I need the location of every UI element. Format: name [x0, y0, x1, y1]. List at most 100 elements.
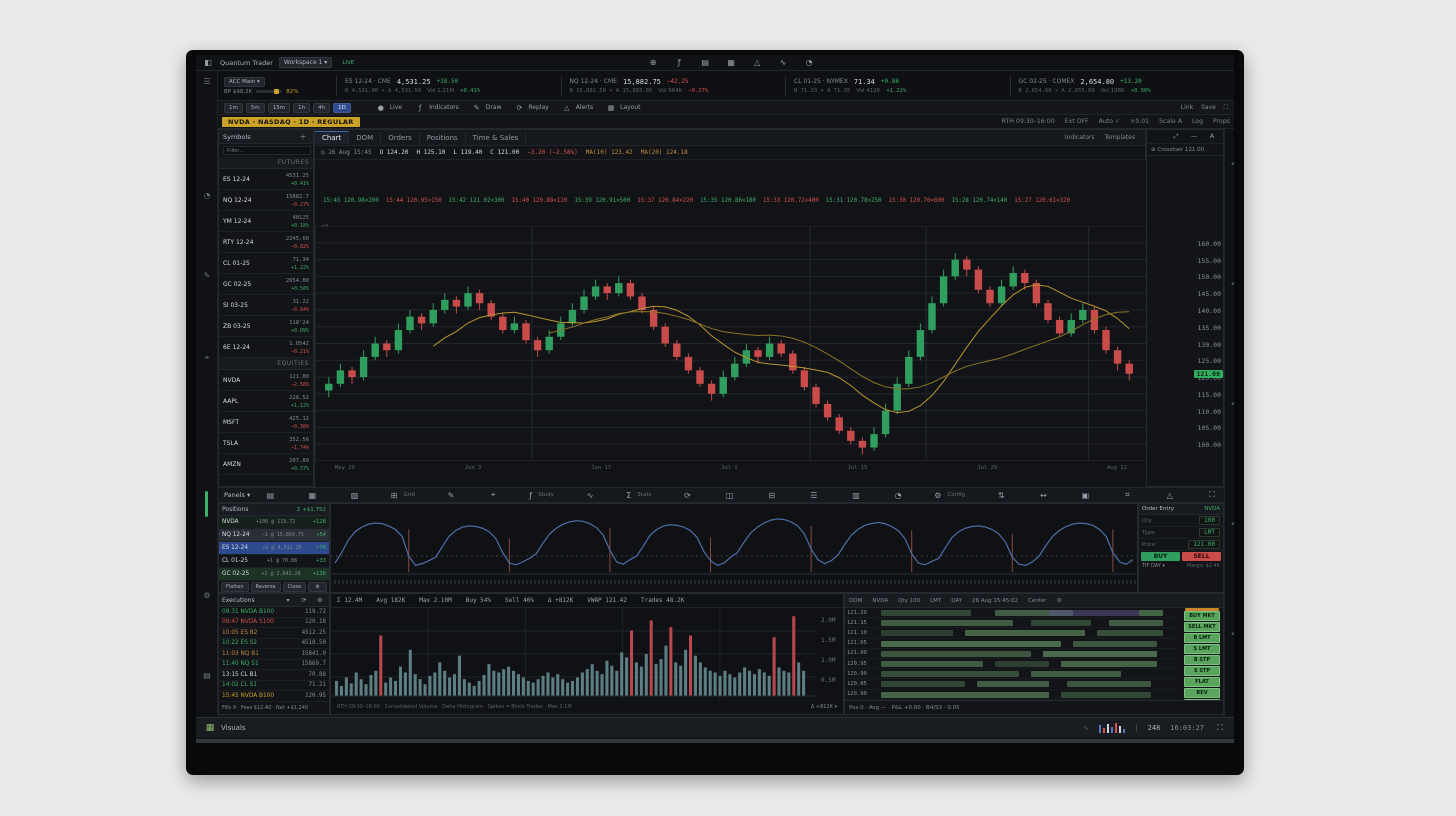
watchlist-row[interactable]: SI 03-2531.22−0.64% [219, 295, 313, 316]
chart-tab[interactable]: DOM [349, 132, 381, 144]
strip-slider[interactable] [205, 491, 208, 517]
watchlist-row[interactable]: CL 01-2571.34+1.22% [219, 253, 313, 274]
execution-row[interactable]: 10:22 ES S24518.50 [219, 639, 329, 650]
watchlist-row[interactable]: NVDA121.00−2.58% [219, 370, 313, 391]
ticket-field[interactable]: Qty100 [1139, 515, 1223, 527]
panel-tool-icon[interactable]: ∿ [584, 491, 596, 500]
watchlist-row[interactable]: MSFT425.12−0.38% [219, 412, 313, 433]
watchlist-row[interactable]: NQ 12-2415882.7−0.27% [219, 190, 313, 211]
workspace-switcher[interactable]: Workspace 1 ▾ [279, 57, 332, 68]
watchlist-row[interactable]: ES 12-244531.25+0.41% [219, 169, 313, 190]
candlestick-chart[interactable] [315, 226, 1147, 461]
timeframe-chip[interactable]: 1m [224, 103, 243, 113]
position-row[interactable]: ES 12-24+2 @ 4,512.25+76 [219, 542, 329, 555]
strip-tool-icon[interactable]: ⌖ [201, 353, 213, 363]
dom-quick-button[interactable]: SELL MKT [1184, 622, 1220, 632]
breadcrumb-item[interactable]: RTH 09:30–16:00 [1002, 118, 1055, 125]
dom-row[interactable]: 120.95 [845, 659, 1179, 669]
execution-row[interactable]: 11:03 NQ B115841.0 [219, 649, 329, 660]
timeframe-chip[interactable]: 1h [293, 103, 310, 113]
dom-quick-button[interactable]: FLAT [1184, 677, 1220, 687]
volume-footer-right[interactable]: Δ +812K ▾ [811, 704, 837, 710]
strip-tool-icon[interactable]: ▤ [201, 671, 213, 680]
strip-tool-icon[interactable]: ⚙ [201, 591, 213, 600]
panels-label[interactable]: Panels ▾ [224, 491, 250, 499]
margin-slider[interactable] [256, 90, 282, 93]
dom-row[interactable]: 120.85 [845, 679, 1179, 689]
dom-header-item[interactable]: NVDA [872, 598, 888, 604]
breadcrumb-item[interactable]: Props [1213, 118, 1230, 125]
chart-tab[interactable]: Orders [381, 132, 420, 144]
panel-tool-icon[interactable]: ⊟ [766, 491, 778, 500]
strip-tool-icon[interactable]: ✎ [201, 271, 213, 280]
panel-tool-icon[interactable]: ⇅ [995, 491, 1007, 500]
panel-tool-icon[interactable]: ⊞Grid [391, 491, 415, 500]
volume-histogram[interactable]: 2.0M1.5M1.0M0.5M [331, 608, 843, 700]
titlebar-icon[interactable]: ◔ [803, 58, 815, 67]
panel-tool-icon[interactable]: ΣStats [626, 491, 651, 500]
execution-row[interactable]: 15:45 NVDA B100120.95 [219, 691, 329, 702]
toolbar-item[interactable]: ⟳Replay [513, 104, 548, 112]
dom-header-item[interactable]: ⚙ [1057, 598, 1062, 604]
position-action-button[interactable]: ⚙ [308, 582, 327, 592]
strip-dot-icon[interactable]: ▪ [1227, 521, 1234, 527]
panel-tool-icon[interactable]: ☰ [808, 491, 820, 500]
account-selector[interactable]: ACC Main ▾ [224, 77, 265, 87]
executions-toolbar-icon[interactable]: ⚙ [314, 597, 326, 604]
breadcrumb-item[interactable]: Ext OFF [1065, 118, 1089, 125]
position-row[interactable]: NQ 12-24−1 @ 15,869.75+54 [219, 529, 329, 542]
dom-header-item[interactable]: Qty 100 [898, 598, 920, 604]
toolbar-item[interactable]: △Alerts [561, 104, 593, 112]
quote-section[interactable]: GC 02-25 · COMEX2,654.80+13.20B 2,654.60… [1010, 76, 1235, 96]
timeframe-chip[interactable]: 4h [313, 103, 330, 113]
tif-selector[interactable]: TIF DAY ▾ [1142, 563, 1165, 569]
chart-tab[interactable]: Time & Sales [466, 132, 527, 144]
dom-quick-button[interactable]: S STP [1184, 666, 1220, 676]
equity-curve-panel[interactable] [330, 503, 1138, 593]
visuals-icon[interactable]: ▦ [204, 723, 216, 733]
titlebar-icon[interactable]: ▦ [725, 58, 737, 67]
panel-tool-icon[interactable]: ⛶ [1206, 490, 1218, 500]
expand-icon[interactable]: ⛶ [1214, 723, 1226, 733]
dom-row[interactable]: 121.15 [845, 618, 1179, 628]
panel-tool-icon[interactable]: ◔ [892, 491, 904, 500]
watchlist-row[interactable]: TSLA352.56−1.74% [219, 433, 313, 454]
toolbar-item[interactable]: ▦Layout [605, 104, 640, 112]
breadcrumb-item[interactable]: Scale A [1159, 118, 1182, 125]
position-action-button[interactable]: Close [283, 582, 307, 592]
strip-dot-icon[interactable]: ▪ [1227, 631, 1234, 637]
ticket-field[interactable]: TypeLMT [1139, 527, 1223, 539]
chart-right-tab[interactable]: Indicators [1065, 134, 1095, 141]
dom-header-item[interactable]: DOM [849, 598, 862, 604]
dom-row[interactable]: 121.10 [845, 628, 1179, 638]
quote-section[interactable]: ES 12-24 · CME4,531.25+18.50B 4,531.00 ×… [336, 76, 561, 96]
dom-header-item[interactable]: LMT [930, 598, 941, 604]
position-action-button[interactable]: Flatten [221, 582, 249, 592]
panel-tool-icon[interactable]: ▧ [349, 491, 361, 500]
sell-button[interactable]: SELL [1182, 552, 1221, 561]
breadcrumb-item[interactable]: ×0.01 [1130, 118, 1149, 125]
panel-tool-icon[interactable]: ▤ [264, 491, 276, 500]
titlebar-icon[interactable]: ⊕ [647, 58, 659, 67]
execution-row[interactable]: 10:05 ES B24512.25 [219, 628, 329, 639]
panel-tool-icon[interactable]: ⟳ [681, 491, 693, 500]
dom-row[interactable]: 121.20 [845, 608, 1179, 618]
add-symbol-button[interactable]: ＋ [297, 132, 309, 142]
axis-tool-icon[interactable]: — [1188, 133, 1200, 140]
quote-section[interactable]: CL 01-25 · NYMEX71.34+0.86B 71.33 × A 71… [785, 76, 1010, 96]
panel-tool-icon[interactable]: ↔ [1037, 491, 1049, 500]
titlebar-icon[interactable]: ƒ [673, 58, 685, 67]
dom-quick-button[interactable]: BUY MKT [1184, 611, 1220, 621]
position-row[interactable]: GC 02-25+1 @ 2,641.20+136 [219, 568, 329, 581]
chart-tab[interactable]: Positions [420, 132, 466, 144]
watchlist-row[interactable]: YM 12-2440125+0.18% [219, 211, 313, 232]
dom-header-item[interactable]: 26 Aug 15:45:02 [972, 598, 1018, 604]
toolbar-item[interactable]: ✎Draw [471, 104, 502, 112]
strip-dot-icon[interactable]: ▪ [1227, 161, 1234, 167]
panel-tool-icon[interactable]: △ [1164, 491, 1176, 500]
strip-tool-icon[interactable]: ◔ [201, 191, 213, 200]
breadcrumb-item[interactable]: Log [1192, 118, 1203, 125]
execution-row[interactable]: 09:47 NVDA S100120.18 [219, 618, 329, 629]
dom-row[interactable]: 121.00 [845, 649, 1179, 659]
dom-ladder[interactable]: 121.20121.15121.10121.05121.00120.95120.… [845, 608, 1225, 700]
